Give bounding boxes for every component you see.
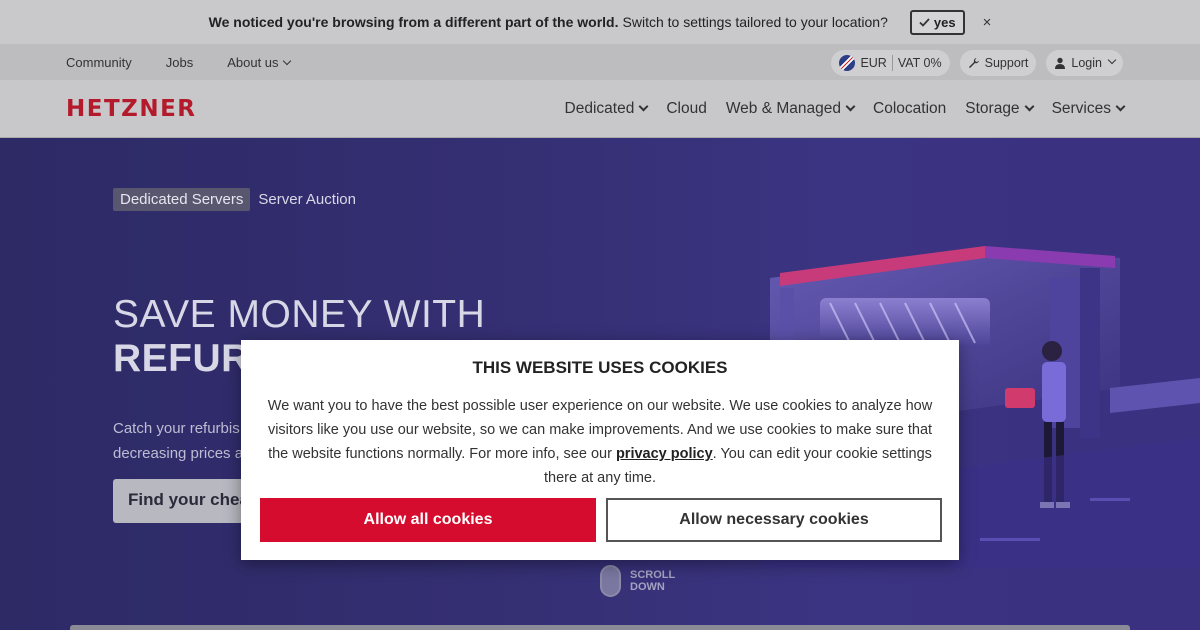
login-label: Login: [1071, 56, 1102, 70]
user-icon: [1055, 57, 1066, 69]
nav-item-dedicated-label: Dedicated: [564, 100, 635, 117]
vat-label: VAT 0%: [897, 56, 942, 70]
support-button[interactable]: Support: [959, 50, 1037, 76]
main-nav: HETZNER Dedicated Cloud Web & Managed Co…: [0, 80, 1200, 138]
support-label: Support: [984, 56, 1029, 70]
divider: [891, 55, 893, 71]
uk-flag-icon: [839, 55, 856, 71]
cookie-consent-modal: THIS WEBSITE USES COOKIES We want you to…: [241, 340, 959, 560]
hero-title-line1: SAVE MONEY WITH: [113, 293, 486, 336]
nav-item-colocation[interactable]: Colocation: [873, 100, 946, 118]
chevron-down-icon: [282, 56, 291, 65]
nav-item-dedicated[interactable]: Dedicated: [564, 100, 649, 118]
nav-item-services[interactable]: Services: [1051, 100, 1126, 118]
cookie-modal-title: THIS WEBSITE USES COOKIES: [472, 358, 728, 377]
breadcrumb-server-auction[interactable]: Server Auction: [258, 188, 356, 211]
breadcrumb-dedicated-servers[interactable]: Dedicated Servers: [113, 188, 251, 211]
login-button[interactable]: Login: [1046, 50, 1123, 76]
nav-item-web-managed-label: Web & Managed: [725, 100, 842, 117]
content-card-edge: [70, 625, 1130, 630]
chevron-down-icon: [638, 101, 649, 112]
allow-necessary-cookies-button[interactable]: Allow necessary cookies: [606, 498, 942, 542]
nav-item-storage-label: Storage: [965, 100, 1020, 117]
down-label: DOWN: [630, 581, 665, 593]
privacy-policy-link[interactable]: privacy policy: [616, 446, 713, 462]
nav-item-storage[interactable]: Storage: [965, 100, 1035, 118]
location-banner-message: Switch to settings tailored to your loca…: [622, 14, 888, 30]
scroll-label: SCROLL: [630, 569, 676, 581]
location-yes-button[interactable]: yes: [909, 9, 965, 35]
util-link-about-us[interactable]: About us: [227, 54, 291, 70]
location-banner-message-strong: We noticed you're browsing from a differ…: [208, 14, 619, 30]
util-link-about-us-label: About us: [227, 54, 279, 70]
chevron-down-icon: [1115, 101, 1126, 112]
nav-item-cloud[interactable]: Cloud: [666, 100, 707, 118]
scroll-down-indicator[interactable]: SCROLL DOWN: [600, 565, 675, 597]
hetzner-logo[interactable]: HETZNER: [66, 96, 197, 122]
cookie-modal-text: We want you to have the best possible us…: [260, 394, 940, 490]
nav-item-web-managed[interactable]: Web & Managed: [725, 100, 856, 118]
mouse-icon: [600, 565, 621, 597]
location-banner: We noticed you're browsing from a differ…: [0, 0, 1200, 44]
close-icon[interactable]: ×: [983, 14, 992, 31]
chevron-down-icon: [1024, 101, 1035, 112]
locale-selector[interactable]: EUR VAT 0%: [831, 50, 950, 76]
chevron-down-icon: [845, 101, 856, 112]
allow-all-cookies-button[interactable]: Allow all cookies: [260, 498, 596, 542]
nav-item-services-label: Services: [1051, 100, 1111, 117]
util-link-community[interactable]: Community: [66, 55, 132, 70]
util-link-jobs[interactable]: Jobs: [166, 55, 193, 70]
currency-label: EUR: [860, 56, 887, 70]
check-icon: [919, 17, 930, 27]
location-yes-label: yes: [933, 14, 956, 30]
breadcrumb: Dedicated Servers Server Auction: [113, 188, 356, 211]
wrench-icon: [968, 58, 979, 68]
chevron-down-icon: [1107, 55, 1117, 65]
utility-nav: Community Jobs About us EUR VAT 0% Suppo…: [0, 44, 1200, 80]
